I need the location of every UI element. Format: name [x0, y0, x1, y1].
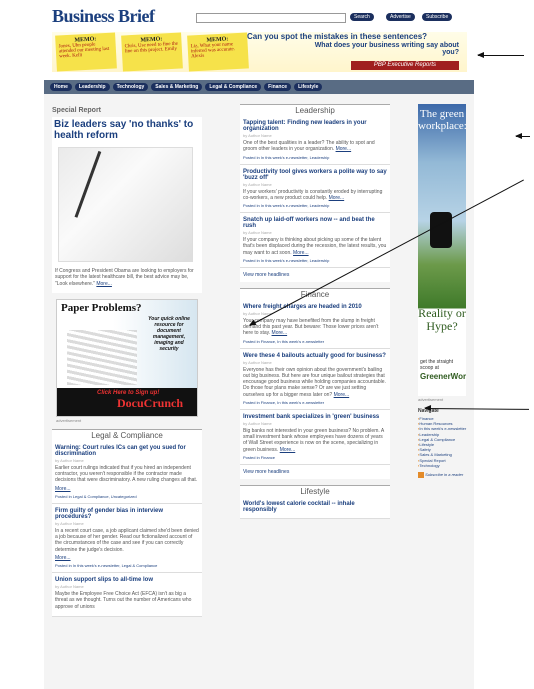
more-link[interactable]: More... — [334, 392, 350, 398]
ad-label: advertisement — [418, 397, 444, 402]
ad-site[interactable]: GreenerWorking.com — [420, 372, 466, 381]
article-item: Tapping talent: Finding new leaders in y… — [240, 116, 390, 165]
rss-subscribe[interactable]: Subscribe in a reader — [418, 471, 468, 478]
nav-link[interactable]: In this week's e-newsletter — [418, 426, 468, 431]
article-title[interactable]: World's lowest calorie cocktail -- inhal… — [243, 501, 387, 513]
ad-text: Your quick online resource for document … — [148, 315, 190, 352]
greener-working-ad[interactable]: The green workplace: Reality or Hype? ge… — [418, 104, 466, 396]
ad-brand: DocuCrunch — [117, 395, 184, 410]
navigate-menu: Navigate Finance Human Resources In this… — [418, 408, 468, 478]
ad-signup[interactable]: Click Here to Sign up! — [57, 388, 197, 396]
section-title: Leadership — [240, 104, 390, 116]
annotation-arrow — [515, 133, 530, 139]
ad-subtext: get the straight scoop at — [420, 359, 454, 371]
article-title[interactable]: Productivity tool gives workers a polite… — [243, 169, 387, 181]
more-link[interactable]: More... — [280, 447, 296, 453]
nav-lifestyle[interactable]: Lifestyle — [294, 83, 323, 91]
section-title: Lifestyle — [240, 484, 390, 497]
view-more-link[interactable]: View more headlines — [240, 268, 390, 282]
special-headline[interactable]: Biz leaders say 'no thanks' to health re… — [52, 117, 202, 147]
lifestyle-section: Lifestyle World's lowest calorie cocktai… — [240, 484, 390, 519]
promo-banner[interactable]: MEMO: Jones, Uhn people attended our meet… — [52, 32, 467, 72]
more-link[interactable]: More... — [96, 281, 112, 287]
article-title[interactable]: Union support slips to all-time low — [55, 577, 199, 583]
annotation-arrow — [477, 52, 524, 58]
nav-sales-marketing[interactable]: Sales & Marketing — [151, 83, 203, 91]
nav-link[interactable]: Technology — [418, 463, 468, 468]
article-item: Where freight charges are headed in 2010… — [240, 300, 390, 349]
article-title[interactable]: Investment bank specializes in 'green' b… — [243, 414, 387, 420]
subscribe-button[interactable]: Subscribe — [422, 13, 453, 21]
legal-section: Legal & Compliance Warning: Court rules … — [52, 428, 202, 617]
banner-question: Can you spot the mistakes in these sente… — [247, 32, 428, 41]
paper-pile-image — [67, 329, 137, 385]
special-teaser: If Congress and President Obama are look… — [55, 268, 194, 287]
nav-finance[interactable]: Finance — [264, 83, 292, 91]
nav-leadership[interactable]: Leadership — [74, 83, 110, 91]
article-item: Firm guilty of gender bias in interview … — [52, 504, 202, 573]
memo-note: MEMO: Chris, Use need to fine the line on… — [121, 32, 183, 72]
article-item: Warning: Court rules ICs can get you sue… — [52, 441, 202, 504]
article-item: Investment bank specializes in 'green' b… — [240, 410, 390, 465]
more-link[interactable]: More... — [55, 486, 199, 492]
article-item: Snatch up laid-off workers now -- and be… — [240, 213, 390, 268]
article-item: Productivity tool gives workers a polite… — [240, 165, 390, 213]
view-more-link[interactable]: View more headlines — [240, 465, 390, 479]
section-title: Legal & Compliance — [52, 428, 202, 441]
site-logo[interactable]: Business Brief — [52, 6, 155, 27]
article-photo — [58, 147, 193, 262]
article-title[interactable]: Warning: Court rules ICs can get you sue… — [55, 445, 199, 457]
more-link[interactable]: More... — [336, 146, 352, 152]
ad-question: Reality or Hype? — [418, 306, 466, 334]
more-link[interactable]: More... — [55, 555, 199, 561]
search-input[interactable] — [196, 13, 346, 23]
nav-technology[interactable]: Technology — [112, 83, 149, 91]
more-link[interactable]: More... — [293, 250, 309, 256]
nav-home[interactable]: Home — [50, 83, 72, 91]
special-report: Biz leaders say 'no thanks' to health re… — [52, 117, 202, 293]
memo-note: MEMO: Jones, Uhn people attended our meet… — [55, 32, 117, 72]
site-header: Business Brief Search Advertise Subscrib… — [44, 0, 474, 80]
article-item: Union support slips to all-time low by Au… — [52, 573, 202, 617]
pbp-bar[interactable]: PBP Executive Reports — [351, 61, 459, 70]
article-title[interactable]: Snatch up laid-off workers now -- and be… — [243, 217, 387, 229]
more-link[interactable]: More... — [272, 330, 288, 336]
leadership-section: Leadership Tapping talent: Finding new l… — [240, 104, 390, 282]
advertise-button[interactable]: Advertise — [386, 13, 415, 21]
main-nav: Home Leadership Technology Sales & Marke… — [44, 80, 474, 94]
ad-title: Paper Problems? — [61, 301, 142, 314]
article-title[interactable]: Where freight charges are headed in 2010 — [243, 304, 387, 310]
ad-label: advertisement — [56, 417, 82, 423]
article-title[interactable]: Tapping talent: Finding new leaders in y… — [243, 120, 387, 132]
right-column: The green workplace: Reality or Hype? ge… — [418, 104, 468, 478]
left-column: Special Report Biz leaders say 'no thank… — [52, 104, 202, 623]
banner-subquestion: What does your business writing say abou… — [314, 42, 459, 56]
article-item: Were these 4 bailouts actually good for … — [240, 349, 390, 410]
article-title[interactable]: Firm guilty of gender bias in interview … — [55, 508, 199, 520]
middle-column: Leadership Tapping talent: Finding new l… — [240, 104, 390, 525]
rss-icon — [418, 471, 424, 478]
nav-legal-compliance[interactable]: Legal & Compliance — [205, 83, 262, 91]
more-link[interactable]: More... — [329, 195, 345, 201]
ad-headline: The green workplace: — [418, 108, 466, 133]
special-report-label: Special Report — [52, 107, 102, 114]
search-button[interactable]: Search — [350, 13, 374, 21]
article-item: World's lowest calorie cocktail -- inhal… — [240, 497, 390, 519]
finance-section: Finance Where freight charges are headed… — [240, 287, 390, 479]
docucrunch-ad[interactable]: Paper Problems? Your quick online resour… — [56, 298, 198, 417]
page-frame: Business Brief Search Advertise Subscrib… — [44, 0, 474, 689]
memo-note: MEMO: Liz, What your name inferred was ac… — [187, 32, 249, 72]
chair-image — [430, 212, 452, 248]
article-title[interactable]: Were these 4 bailouts actually good for … — [243, 353, 387, 359]
